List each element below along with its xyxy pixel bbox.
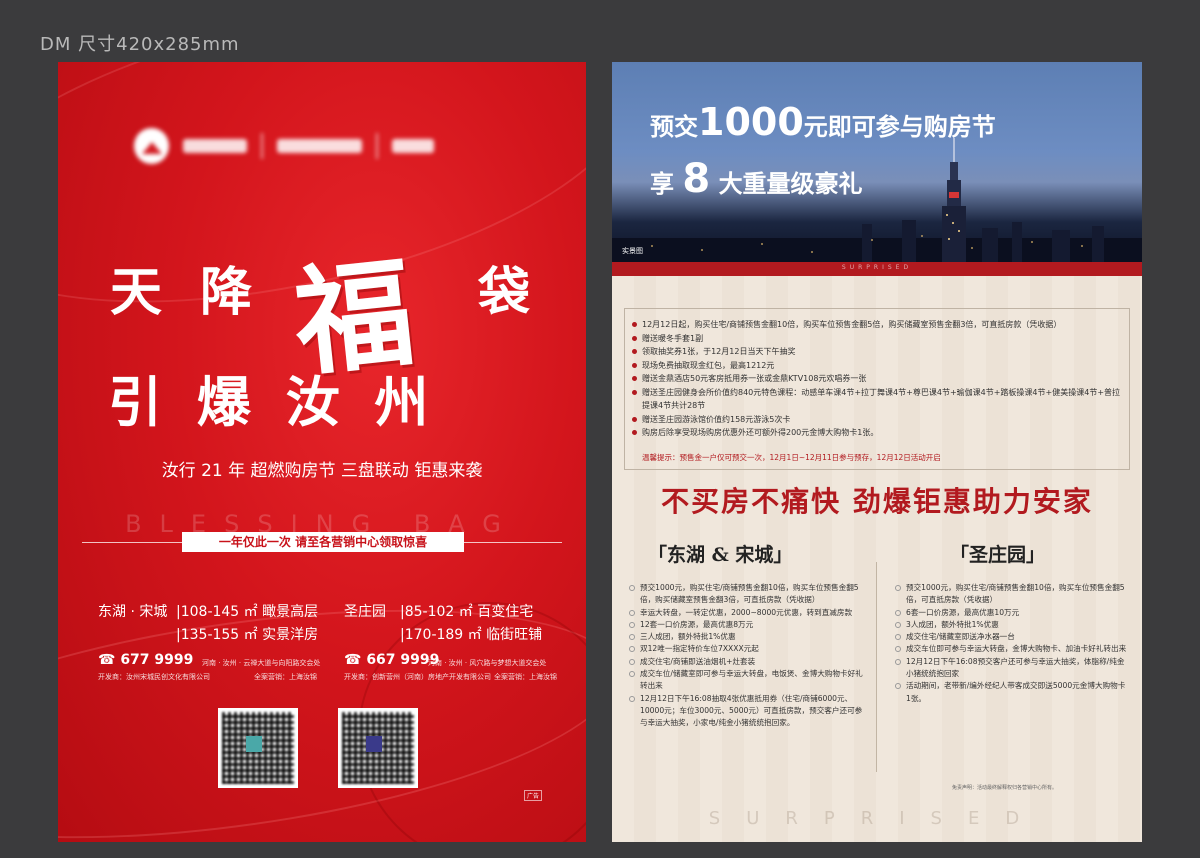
- project-b-line: |170-189 ㎡ 临街旺铺: [400, 627, 543, 643]
- banner-title-2: 享 8 大重量级豪礼: [650, 156, 863, 202]
- tip-text: 温馨提示：预售金一户仅可预交一次，12月1日~12月11日参与预存，12月12日…: [642, 453, 941, 462]
- offer-item: 6套一口价房源，最高优惠10万元: [894, 607, 1130, 619]
- photo-tag: 实景图: [622, 247, 643, 255]
- disclaimer: 免责声明：活动最终解释权归各营销中心所有。: [952, 785, 1058, 791]
- developer: 开发商：汝州宋城民创文化有限公司: [98, 673, 210, 681]
- benefit-item: 现场免费抽取现金红包，最高1212元: [630, 359, 1126, 373]
- surprised-text: SURPRISED: [841, 264, 913, 271]
- offer-item: 3人成团，额外特批1%优惠: [894, 619, 1130, 631]
- project-a-name: 东湖 · 宋城: [98, 604, 168, 620]
- offer-item: 预交1000元，购买住宅/商铺预售金翻10倍，购买车位预售金翻5倍，可直抵房款（…: [894, 582, 1130, 607]
- address: 河南 · 汝州 · 风穴路与梦想大道交会处: [428, 659, 547, 667]
- banner-title-1: 预交1000元即可参与购房节: [650, 100, 996, 144]
- headline-char: 袋: [478, 263, 531, 323]
- offer-item: 三人成团，额外特批1%优惠: [628, 631, 864, 643]
- dongfu-offer-list: 预交1000元，购买住宅/商铺预售金翻10倍，购买车位预售金翻5倍，购买储藏室预…: [628, 582, 864, 730]
- project-b-name: 圣庄园: [344, 604, 386, 620]
- offer-item: 12套一口价房源，最高优惠8万元: [628, 619, 864, 631]
- ad-tag: 广告: [524, 790, 543, 801]
- project-a-line: |108-145 ㎡ 瞰景高层: [176, 604, 319, 620]
- column-title-shengzhuang: 「圣庄园」: [950, 544, 1046, 566]
- benefit-item: 赠送圣庄园游泳馆价值约158元游泳5次卡: [630, 413, 1126, 427]
- qr-code[interactable]: [218, 708, 298, 788]
- mountain-logo-icon: [134, 128, 169, 164]
- benefit-item: 12月12日起，购买住宅/商铺预售金翻10倍，购买车位预售金翻5倍，购买储藏室预…: [630, 318, 1126, 332]
- benefit-item: 赠送暖冬手套1副: [630, 332, 1126, 346]
- benefit-item: 赠送金鼎酒店50元客房抵用券一张或金鼎KTV108元欢唱券一张: [630, 372, 1126, 386]
- benefit-item: 赠送圣庄园健身会所价值约840元特色课程：动感单车课4节+拉丁舞课4节+尊巴课4…: [630, 386, 1126, 413]
- headline-2: 引 爆 汝 州: [108, 371, 437, 434]
- shengzhuang-offer-list: 预交1000元，购买住宅/商铺预售金翻10倍，购买车位预售金翻5倍，可直抵房款（…: [894, 582, 1130, 705]
- developer-logos: [134, 128, 435, 164]
- agent: 全案营销：上海汝锦: [494, 673, 557, 681]
- headline-char: 降: [200, 263, 253, 323]
- qr-code[interactable]: [338, 708, 418, 788]
- skyline-illustration: [612, 220, 1142, 262]
- column-divider: [876, 562, 877, 772]
- left-flyer: 天 降 福 袋 引 爆 汝 州 汝行 21 年 超燃购房节 三盘联动 钜惠来袭 …: [58, 62, 586, 842]
- notice-pill: 一年仅此一次 请至各营销中心领取惊喜: [182, 532, 464, 552]
- offer-item: 12月12日下午16:08抽取4张优惠抵用券（住宅/商铺6000元、10000元…: [628, 693, 864, 730]
- offer-item: 成交住宅/储藏室即送净水器一台: [894, 631, 1130, 643]
- offer-item: 双12唯一指定特价车位7XXXX元起: [628, 643, 864, 655]
- offer-item: 成交住宅/商铺即送油烟机+灶套装: [628, 656, 864, 668]
- benefit-list: 12月12日起，购买住宅/商铺预售金翻10倍，购买车位预售金翻5倍，购买储藏室预…: [630, 318, 1126, 440]
- benefit-item: 领取抽奖券1张，于12月12日当天下午抽奖: [630, 345, 1126, 359]
- benefit-item: 购房后除享受现场购房优惠外还可额外得200元金博大购物卡1张。: [630, 426, 1126, 440]
- slogan: 不买房不痛快 劲爆钜惠助力安家: [661, 485, 1093, 518]
- surprised-watermark: SURPRISED: [708, 808, 1046, 829]
- address: 河南 · 汝州 · 云禅大道与向阳路交会处: [202, 659, 321, 667]
- offer-item: 12月12日下午16:08预交客户还可参与幸运大抽奖，体脂称/纯金小猪统统抱回家: [894, 656, 1130, 681]
- tower-icon: [942, 138, 966, 262]
- offer-item: 活动期间，老带新/编外经纪人带客成交即送5000元金博大购物卡1张。: [894, 680, 1130, 705]
- subline: 汝行 21 年 超燃购房节 三盘联动 钜惠来袭: [161, 461, 483, 481]
- offer-item: 预交1000元，购买住宅/商铺预售金翻10倍，购买车位预售金翻5倍，购买储藏室预…: [628, 582, 864, 607]
- dimension-label: DM 尺寸420x285mm: [40, 34, 240, 55]
- phone-number: ☎ 677 9999: [98, 652, 194, 668]
- city-banner: 预交1000元即可参与购房节 享 8 大重量级豪礼 实景图: [612, 62, 1142, 262]
- offer-item: 成交车位/储藏室即可参与幸运大转盘，电饭煲、金博大购物卡好礼转出来: [628, 668, 864, 693]
- project-b-line: |85-102 ㎡ 百变住宅: [400, 604, 534, 620]
- developer: 开发商：创新营州（河南）房地产开发有限公司: [344, 673, 491, 681]
- right-flyer: 预交1000元即可参与购房节 享 8 大重量级豪礼 实景图 SURPRISED …: [612, 62, 1142, 842]
- phone-number: ☎ 667 9999: [344, 652, 440, 668]
- headline-char: 天: [110, 263, 163, 323]
- offer-item: 成交车位即可参与幸运大转盘，金博大购物卡、加油卡好礼转出来: [894, 643, 1130, 655]
- project-a-line: |135-155 ㎡ 实景洋房: [176, 627, 319, 643]
- offer-item: 幸运大转盘，一转定优惠，2000~8000元优惠，转到直减房款: [628, 607, 864, 619]
- agent: 全案营销：上海汝锦: [254, 673, 317, 681]
- column-title-dongfu: 「东湖 & 宋城」: [648, 544, 793, 566]
